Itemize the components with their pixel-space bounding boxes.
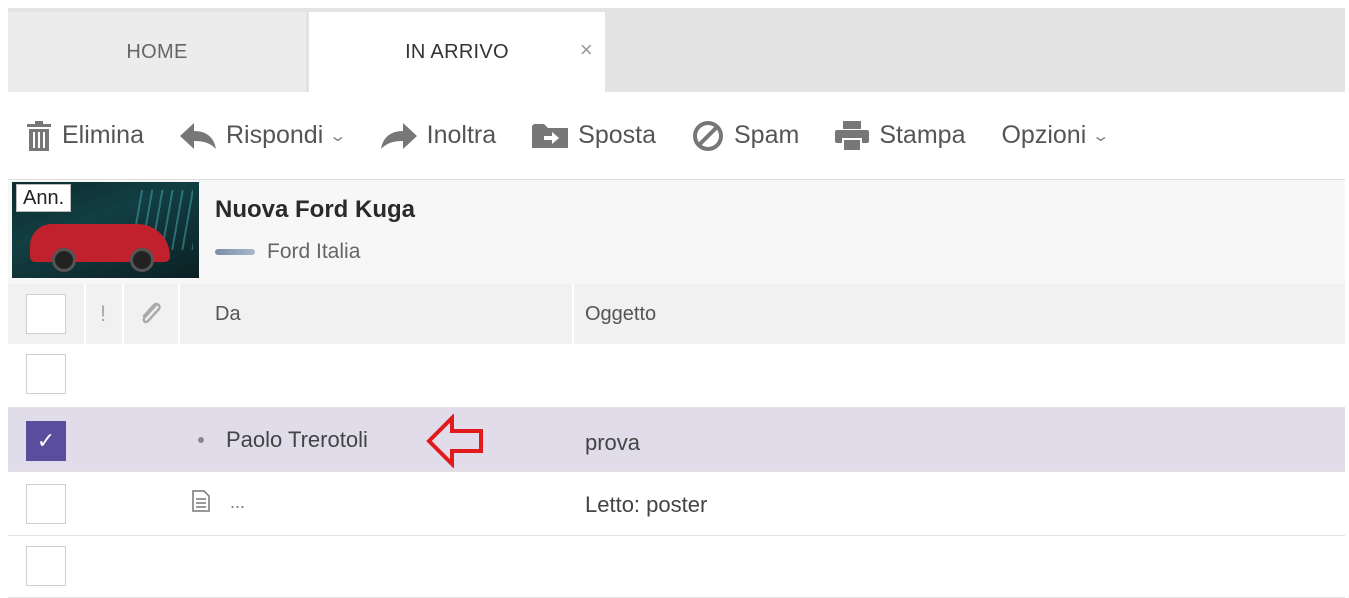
options-button[interactable]: Opzioni ⌄ [1001, 121, 1110, 150]
forward-button[interactable]: Inoltra [380, 121, 497, 150]
move-label: Sposta [578, 121, 656, 149]
ad-image: Ann. [12, 182, 199, 278]
trash-icon [27, 120, 51, 151]
forward-label: Inoltra [426, 121, 497, 149]
row-checkbox[interactable] [26, 546, 66, 586]
ad-banner[interactable]: Ann. Nuova Ford Kuga Ford Italia [8, 180, 1345, 284]
chevron-down-icon: ⌄ [328, 127, 348, 145]
print-button[interactable]: Stampa [835, 120, 966, 151]
row-from: Paolo Trerotoli [226, 427, 368, 452]
forward-icon [380, 122, 417, 149]
message-list-header: ! Da Oggetto [8, 284, 1345, 344]
ad-badge: Ann. [16, 184, 72, 212]
subject-column-header[interactable]: Oggetto [585, 284, 656, 344]
close-icon[interactable]: × [580, 39, 593, 61]
row-checkbox[interactable] [26, 484, 66, 524]
reply-icon [179, 122, 216, 149]
ad-sender: Ford Italia [215, 240, 360, 264]
reply-button[interactable]: Rispondi ⌄ [179, 121, 348, 150]
message-row-selected[interactable]: ✓ Paolo Trerotoli prova [8, 408, 1345, 472]
from-column-header[interactable]: Da [215, 284, 241, 344]
options-label: Opzioni [1001, 121, 1087, 149]
row-subject: Letto: poster [585, 492, 708, 517]
tab-in-arrivo[interactable]: IN ARRIVO × [309, 12, 605, 92]
chevron-down-icon: ⌄ [1091, 127, 1111, 145]
row-from: ... [230, 492, 246, 512]
ad-sender-name: Ford Italia [267, 240, 361, 263]
folder-move-icon [532, 123, 569, 148]
tab-home[interactable]: HOME [8, 12, 306, 92]
attachment-column-header[interactable] [136, 284, 166, 344]
tab-bar: HOME IN ARRIVO × [8, 8, 1345, 92]
spam-button[interactable]: Spam [692, 120, 799, 152]
read-receipt-icon [192, 490, 210, 512]
select-all-checkbox[interactable] [26, 294, 66, 334]
unread-dot-icon [198, 437, 204, 443]
reply-label: Rispondi [225, 121, 324, 149]
message-row[interactable]: ... Letto: poster [8, 472, 1345, 536]
row-subject: prova [585, 430, 641, 455]
message-row[interactable] [8, 344, 1345, 408]
annotation-arrow-icon [426, 414, 483, 468]
print-label: Stampa [879, 121, 966, 149]
paperclip-icon [142, 302, 161, 324]
move-button[interactable]: Sposta [532, 121, 656, 150]
delete-button[interactable]: Elimina [26, 120, 144, 151]
ad-title: Nuova Ford Kuga [215, 196, 416, 223]
toolbar: Elimina Rispondi ⌄ Inoltra Sposta Spam S… [8, 92, 1345, 180]
printer-icon [835, 120, 870, 151]
message-row[interactable] [8, 536, 1345, 598]
mail-window: HOME IN ARRIVO × Elimina Rispondi ⌄ Inol… [8, 8, 1345, 598]
spam-label: Spam [734, 121, 800, 149]
delete-label: Elimina [62, 121, 144, 149]
block-icon [693, 120, 723, 151]
tab-home-label: HOME [126, 40, 188, 63]
importance-column-header[interactable]: ! [100, 284, 106, 344]
row-checkbox[interactable] [26, 354, 66, 394]
tab-in-arrivo-label: IN ARRIVO [405, 40, 509, 63]
ford-logo-icon [215, 249, 255, 255]
check-icon: ✓ [36, 428, 56, 453]
row-checkbox-checked[interactable]: ✓ [26, 421, 66, 461]
